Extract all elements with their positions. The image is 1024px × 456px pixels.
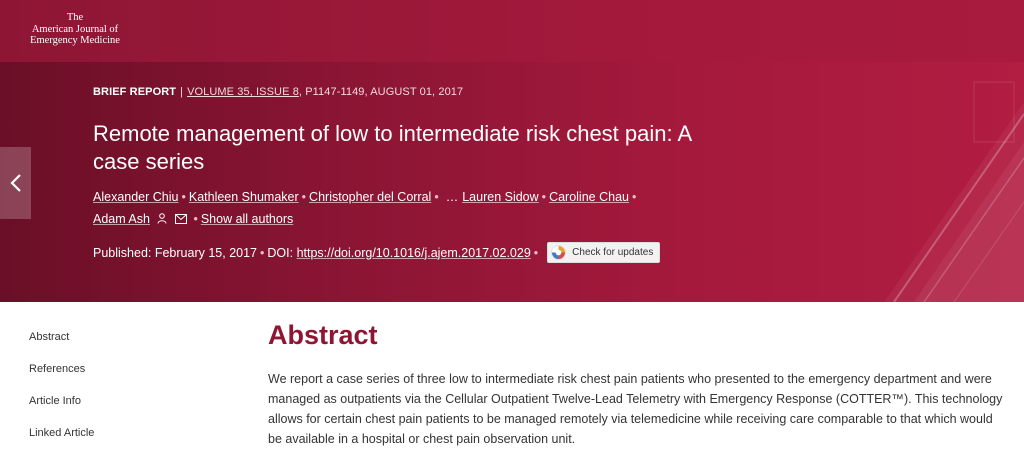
doi-label: DOI: [267,245,294,260]
nav-item-linked-article[interactable]: Linked Article [29,426,94,456]
logo-line: The [66,12,84,23]
article-title: Remote management of low to intermediate… [93,121,691,174]
published-date: Published: February 15, 2017 [93,245,257,260]
logo-line: American Journal of [31,23,119,35]
author-separator: • [301,190,307,204]
hero-decoration [884,81,1024,302]
nav-item-references[interactable]: References [29,362,94,394]
author-separator: • [181,190,186,204]
pub-separator: • [533,245,539,260]
publication-row: Published: February 15, 2017 • DOI: http… [93,242,661,263]
author-link[interactable]: Kathleen Shumaker [189,190,299,204]
meta-separator: | [180,86,184,98]
abstract-heading: Abstract [268,320,378,350]
author-link[interactable]: Christopher del Corral [309,190,431,204]
section-nav: Abstract References Article Info Linked … [29,330,94,456]
doi-link[interactable]: https://doi.org/10.1016/j.ajem.2017.02.0… [297,246,531,260]
chevron-left-icon [9,174,21,192]
crossmark-icon [551,245,566,260]
show-all-authors-link[interactable]: Show all authors [201,212,293,226]
person-icon [157,213,167,224]
author-list: Alexander Chiu • Kathleen Shumaker • Christo… [93,186,653,230]
author-link[interactable]: Alexander Chiu [93,190,178,204]
author-separator: • [541,190,547,204]
nav-item-article-info[interactable]: Article Info [29,394,94,426]
abstract-text: We report a case series of three low to … [268,372,1003,446]
pages-date: , P1147-1149, AUGUST 01, 2017 [298,86,464,98]
author-separator: • [434,190,439,204]
author-separator: • [631,190,637,204]
pub-separator: • [260,245,265,260]
article-hero: BRIEF REPORT | VOLUME 35, ISSUE 8, P1147-1… [0,62,1024,302]
article-meta: BRIEF REPORT | VOLUME 35, ISSUE 8, P1147-1… [93,86,463,98]
article-type: BRIEF REPORT [93,86,177,98]
nav-item-abstract[interactable]: Abstract [29,330,94,362]
logo-line: Emergency Medicine [30,35,120,46]
author-link[interactable]: Caroline Chau [549,190,629,204]
journal-logo[interactable]: The American Journal of Emergency Medici… [20,12,130,47]
envelope-icon[interactable] [174,214,187,224]
author-link[interactable]: Adam Ash [93,212,150,226]
author-separator: • [193,212,198,226]
previous-article-button[interactable] [0,147,31,219]
site-header: The American Journal of Emergency Medici… [0,0,1024,62]
authors-ellipsis: … [445,190,459,204]
check-for-updates-button[interactable]: Check for updates [547,242,661,263]
author-link[interactable]: Lauren Sidow [462,190,538,204]
check-for-updates-label: Check for updates [572,247,654,258]
volume-issue-link[interactable]: VOLUME 35, ISSUE 8 [187,86,299,98]
